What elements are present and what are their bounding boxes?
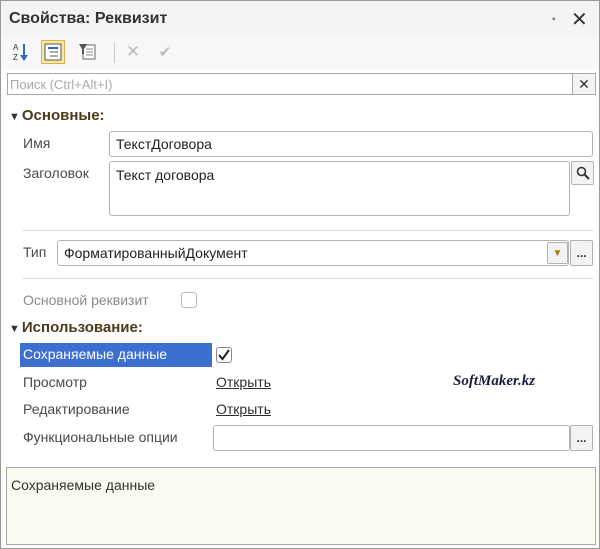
search-box: ✕	[7, 73, 596, 95]
saved-data-label: Сохраняемые данные	[23, 346, 168, 362]
check-button[interactable]: ✔	[153, 40, 177, 64]
categories-icon	[44, 43, 62, 61]
edit-open-link[interactable]: Открыть	[216, 401, 271, 417]
heading-label: Заголовок	[23, 165, 89, 181]
divider	[23, 230, 593, 231]
categories-button[interactable]	[41, 40, 65, 64]
pin-icon[interactable]: ▪	[552, 14, 556, 25]
type-more-button[interactable]: ...	[570, 240, 593, 266]
filter-button[interactable]	[76, 40, 100, 64]
type-label: Тип	[23, 244, 47, 260]
section-main-title: Основные:	[21, 107, 105, 124]
search-input[interactable]	[10, 76, 570, 92]
type-dropdown-icon[interactable]: ▼	[547, 242, 568, 264]
view-label: Просмотр	[23, 374, 87, 390]
collapse-triangle-icon: ▼	[9, 111, 20, 123]
sort-az-icon: A Z	[13, 43, 28, 62]
func-options-label: Функциональные опции	[23, 429, 178, 445]
saved-data-checkbox[interactable]	[216, 347, 232, 363]
close-icon[interactable]: ✕	[571, 7, 588, 32]
search-clear-icon[interactable]: ✕	[572, 74, 595, 94]
heading-field[interactable]: Текст договора	[109, 161, 570, 216]
description-text: Сохраняемые данные	[11, 477, 156, 493]
properties-window: Свойства: Реквизит ▪ ✕ A Z ✕ ✔ Поиск (Ct…	[0, 0, 600, 549]
func-options-field[interactable]	[213, 425, 570, 451]
type-value: ФорматированныйДокумент	[64, 245, 248, 261]
heading-value: Текст договора	[116, 167, 215, 183]
sort-az-button[interactable]: A Z	[9, 40, 33, 64]
func-options-more-button[interactable]: ...	[570, 425, 593, 451]
toolbar-separator	[114, 43, 115, 63]
magnifier-icon	[576, 166, 590, 180]
svg-text:A: A	[13, 43, 19, 52]
type-field[interactable]: ФорматированныйДокумент	[57, 240, 569, 266]
name-field[interactable]: ТекстДоговора	[109, 131, 593, 157]
svg-text:Z: Z	[13, 53, 18, 62]
title-bar: Свойства: Реквизит ▪ ✕	[1, 1, 599, 37]
section-main-header[interactable]: ▼ Основные:	[9, 107, 105, 124]
divider	[23, 278, 593, 279]
saved-data-row-selected[interactable]: Сохраняемые данные	[20, 343, 212, 367]
watermark: SoftMaker.kz	[453, 373, 536, 389]
main-attr-label: Основной реквизит	[23, 292, 149, 308]
filter-icon	[79, 44, 96, 60]
heading-search-button[interactable]	[571, 161, 594, 185]
view-open-link[interactable]: Открыть	[216, 374, 271, 390]
name-value: ТекстДоговора	[116, 136, 212, 152]
main-attr-checkbox[interactable]	[181, 292, 197, 308]
section-use-header[interactable]: ▼ Использование:	[9, 319, 143, 336]
checkmark-icon	[218, 349, 230, 361]
edit-label: Редактирование	[23, 401, 130, 417]
collapse-triangle-icon: ▼	[9, 323, 20, 335]
description-panel: Сохраняемые данные	[6, 467, 596, 545]
toolbar: A Z ✕ ✔	[1, 37, 599, 69]
window-title: Свойства: Реквизит	[9, 10, 168, 27]
section-use-title: Использование:	[21, 319, 143, 336]
name-label: Имя	[23, 135, 51, 151]
delete-button[interactable]: ✕	[121, 40, 145, 64]
